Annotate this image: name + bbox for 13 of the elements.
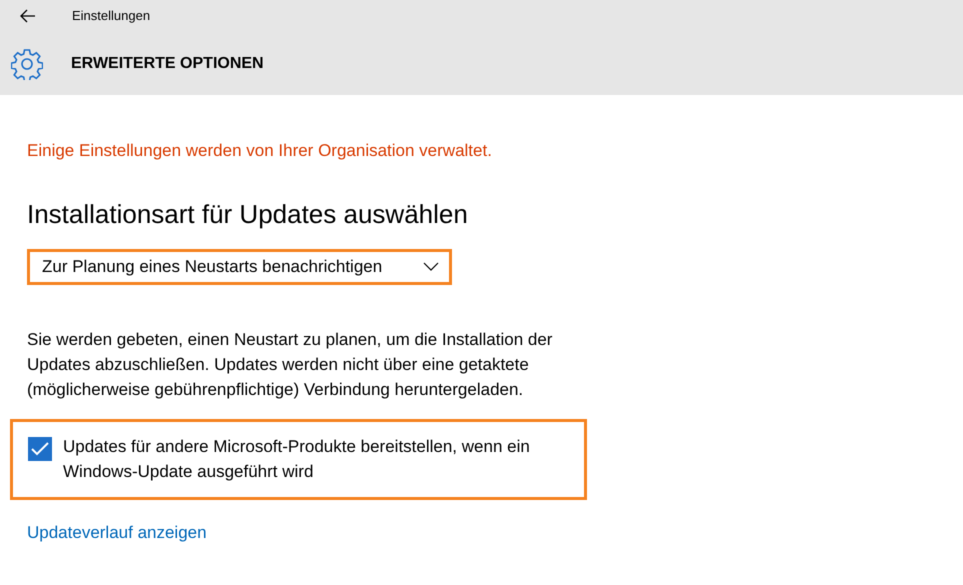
- back-arrow-icon: [20, 9, 36, 23]
- checkbox[interactable]: [28, 437, 52, 461]
- checkmark-icon: [31, 442, 49, 456]
- settings-icon: [11, 48, 43, 80]
- chevron-down-icon: [423, 262, 439, 271]
- notice-text: Einige Einstellungen werden von Ihrer Organisation verwaltet.: [27, 140, 493, 162]
- window-title: Einstellungen: [72, 7, 150, 26]
- install-type-dropdown[interactable]: Zur Planung eines Neustarts benachrichtigen: [30, 252, 449, 282]
- section-heading: Installationsart für Updates auswählen: [27, 198, 469, 230]
- page-title: ERWEITERTE OPTIONEN: [71, 54, 264, 74]
- update-history-link[interactable]: Updateverlauf anzeigen: [27, 520, 207, 545]
- checkbox-label: Updates für andere Microsoft-Produkte bereitstellen, wenn ein Windows-Update ausgeführt wird: [63, 436, 531, 483]
- description-text: Sie werden gebeten, einen Neustart zu planen, um die Installation der Updates abzuschließen. Updates werden nicht über eine getaktete (möglicherweise gebührenpflichtige) Verbindung heruntergeladen.: [27, 328, 554, 400]
